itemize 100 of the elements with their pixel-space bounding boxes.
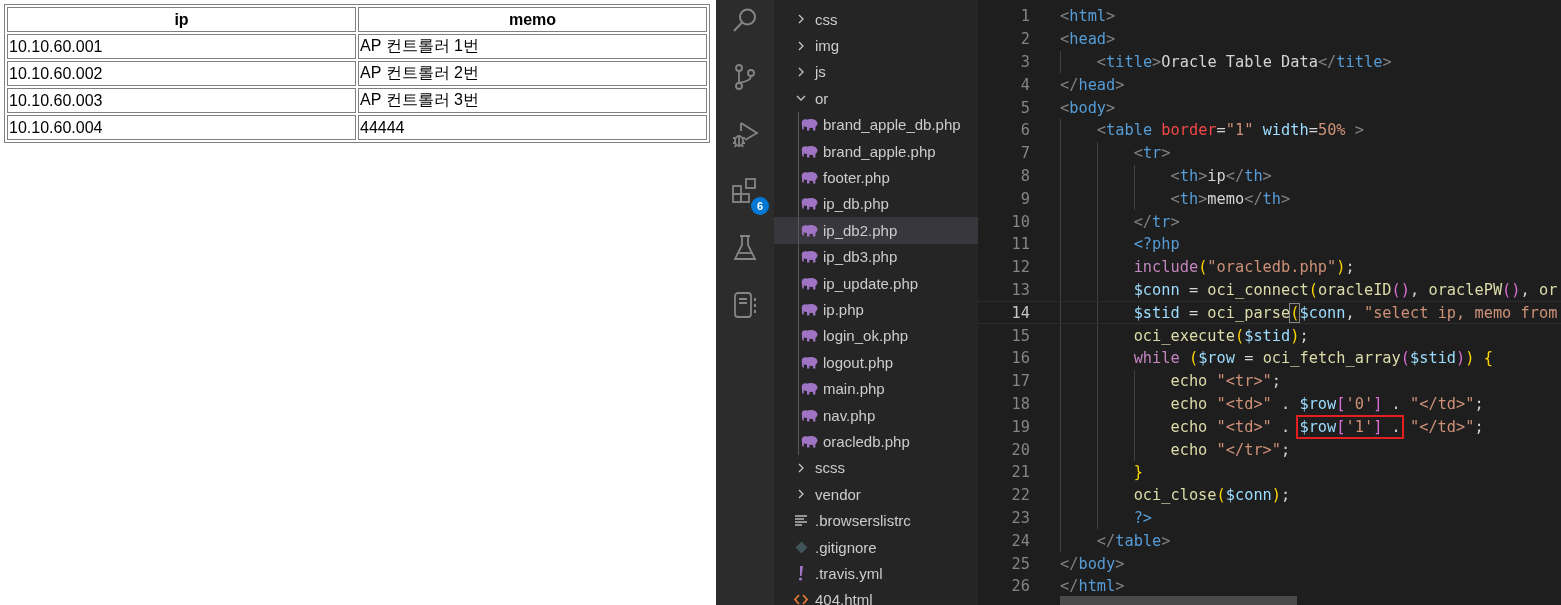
folder-item[interactable]: or [774,85,978,112]
lines-icon [794,515,808,527]
file-item[interactable]: .travis.yml [774,560,978,587]
table-cell: 10.10.60.001 [7,34,356,59]
folder-item[interactable]: vendor [774,481,978,508]
line-number: 12 [1010,258,1030,277]
code-line: <head> [1060,30,1116,49]
diamond-icon [794,540,808,554]
line-number: 1 [1019,7,1030,26]
file-item[interactable]: ip_db2.php [774,217,978,244]
code-text: "</td>"; [1409,417,1484,436]
play-bug-icon[interactable] [731,119,759,149]
file-item[interactable]: ip_db.php [774,190,978,218]
branch-icon[interactable] [732,63,758,91]
column-header: memo [358,7,707,32]
code-line: echo "</tr>"; [1170,440,1291,459]
code-line: </head> [1060,75,1125,94]
scrollbar[interactable] [1060,596,1297,605]
code-line: oci_execute($stid); [1133,326,1309,345]
line-number: 16 [1010,349,1030,368]
code-line: include("oracledb.php"); [1133,258,1355,277]
table-cell: AP 컨트롤러 3번 [358,88,707,113]
code-line: </tr> [1133,212,1180,231]
code-line: <?php [1133,235,1180,254]
file-item[interactable]: footer.php [774,164,978,191]
line-number: 21 [1010,463,1030,482]
file-item[interactable]: brand_apple_db.php [774,111,978,138]
code-line: <tr> [1133,144,1171,163]
line-number: 23 [1010,508,1030,527]
elephant-icon [800,223,818,237]
code-line: <table border="1" width=50% > [1096,121,1364,140]
code-line: <th>memo</th> [1170,189,1291,208]
folder-item[interactable]: scss [774,454,978,482]
code-line: while ($row = oci_fetch_array($stid)) { [1133,349,1493,368]
file-item[interactable]: ip.php [774,296,978,323]
line-number: 19 [1010,417,1030,436]
file-item[interactable]: 404.html [774,586,978,605]
line-number: 26 [1010,577,1030,596]
elephant-icon [800,329,818,343]
line-number: 3 [1019,53,1030,71]
elephant-icon [800,382,818,396]
code-line: $conn = oci_connect(oracleID(), oraclePW(), or [1133,280,1558,299]
notification-badge: 6 [751,197,769,215]
table-cell: AP 컨트롤러 1번 [358,34,707,59]
notebook-icon[interactable] [732,291,758,319]
line-number: 6 [1019,121,1030,140]
angle-brackets-icon [794,594,808,605]
elephant-icon [800,434,818,448]
code-line: </html> [1060,577,1125,596]
elephant-icon [800,118,818,132]
code-line: ?> [1133,508,1153,527]
code-line: <th>ip</th> [1170,166,1272,185]
elephant-icon [800,171,818,185]
file-item[interactable]: brand_apple.php [774,137,978,165]
code-line: } [1133,463,1143,482]
highlighted-code: $row['1'] . [1299,417,1401,436]
code-line: <body> [1060,98,1116,117]
beaker-icon[interactable] [733,234,757,262]
code-line: </body> [1060,554,1125,573]
line-number: 17 [1010,372,1030,391]
line-number: 24 [1010,531,1030,550]
file-item[interactable]: nav.php [774,401,978,429]
file-item[interactable]: .gitignore [774,533,978,561]
elephant-icon [800,355,818,369]
elephant-icon [800,250,818,264]
line-number: 22 [1010,486,1030,505]
code-line: echo "<td>" . $row['0'] . "</td>"; [1170,394,1484,413]
elephant-icon [800,408,818,422]
table-cell: AP 컨트롤러 2번 [358,61,707,86]
file-item[interactable]: oracledb.php [774,428,978,455]
extensions-icon[interactable] [731,177,759,205]
table-cell: 10.10.60.002 [7,61,356,86]
code-line: $stid = oci_parse($conn, "select ip, memo from [1133,303,1558,322]
search-icon[interactable] [731,6,759,34]
file-item[interactable]: logout.php [774,349,978,376]
line-number: 14 [1010,303,1030,322]
file-item[interactable]: .browserslistrc [774,507,978,534]
code-line: </table> [1096,531,1171,550]
line-number: 11 [1010,235,1030,254]
line-number: 7 [1019,144,1030,163]
file-item[interactable]: ip_db3.php [774,243,978,270]
line-number: 10 [1010,212,1030,231]
elephant-icon [800,276,818,290]
table-cell: 10.10.60.003 [7,88,356,113]
line-number: 5 [1019,98,1030,117]
file-item[interactable]: main.php [774,375,978,402]
line-number: 18 [1010,394,1030,413]
file-item[interactable]: ip_update.php [774,269,978,297]
column-header: ip [7,7,356,32]
line-number: 13 [1010,280,1030,299]
code-text: echo "<td>" . [1170,417,1292,436]
line-number: 2 [1019,30,1030,49]
folder-item[interactable]: css [774,6,978,33]
line-number: 25 [1010,554,1030,573]
line-number: 8 [1019,166,1030,185]
line-number: 4 [1019,75,1030,94]
folder-item[interactable]: img [774,32,978,59]
line-number: 9 [1019,189,1030,208]
file-item[interactable]: login_ok.php [774,322,978,350]
folder-item[interactable]: js [774,58,978,86]
